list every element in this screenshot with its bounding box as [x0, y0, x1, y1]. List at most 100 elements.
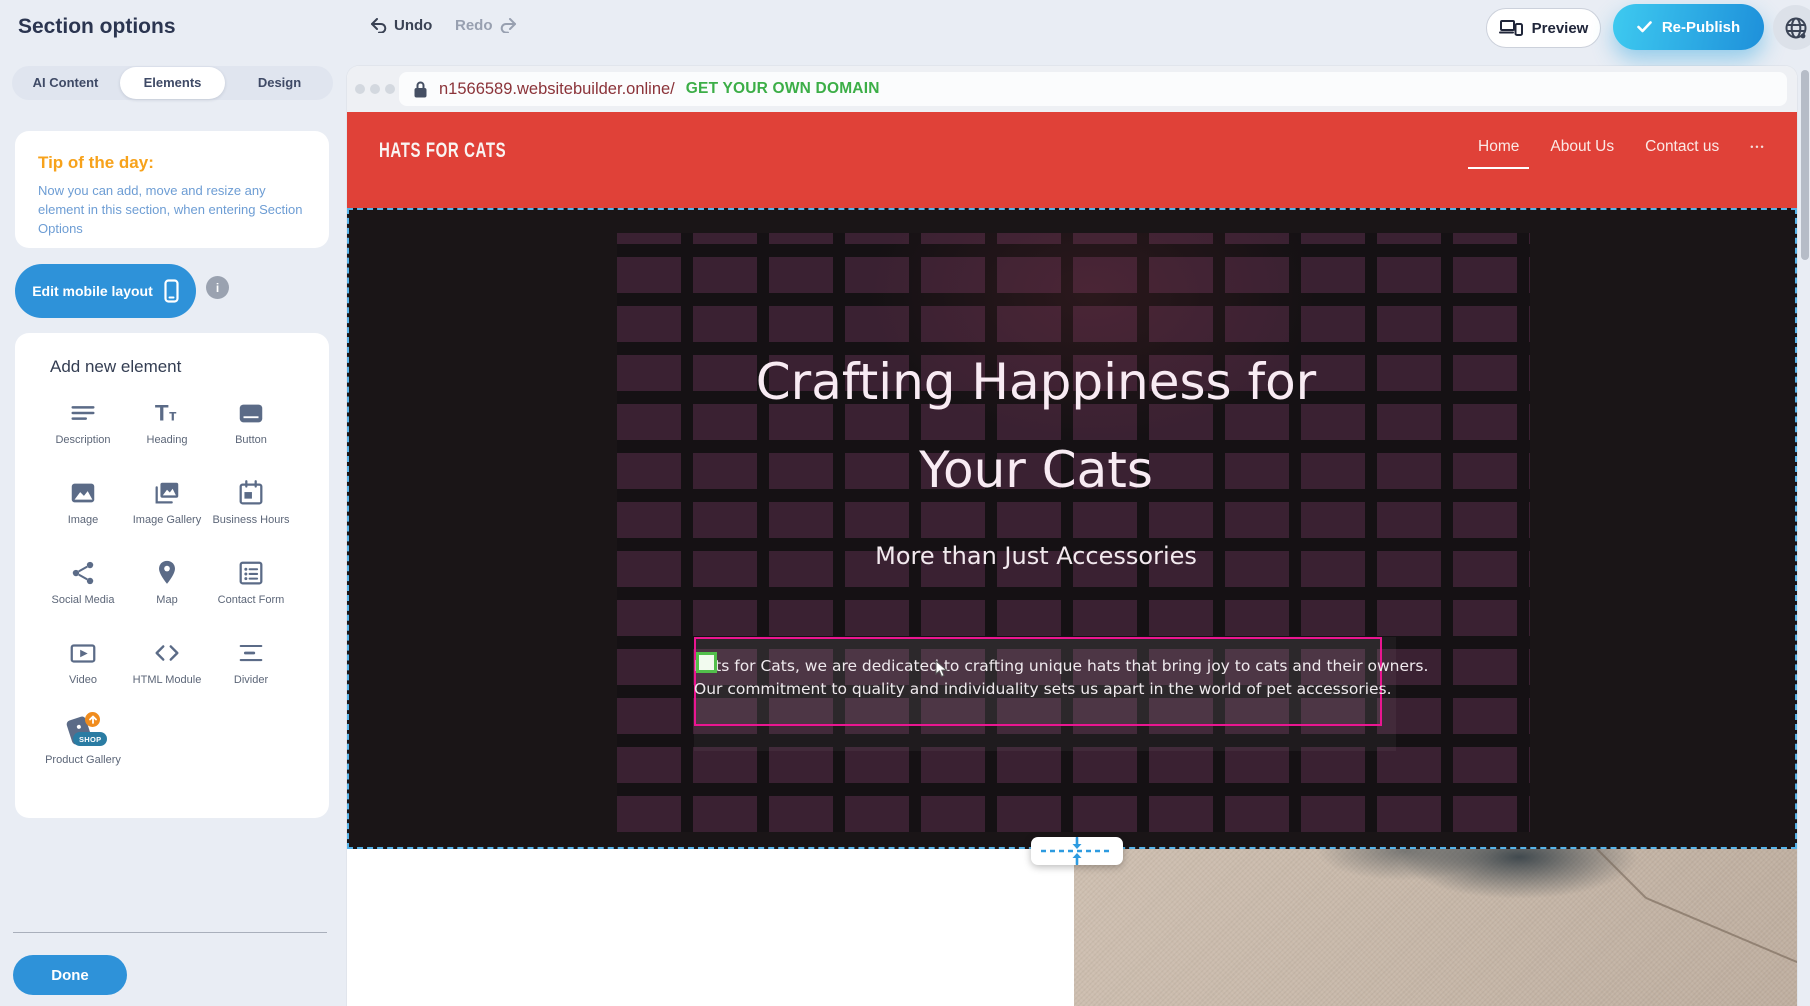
hero-description[interactable]: Hats for Cats, we are dedicated to craft… [694, 655, 1382, 700]
element-heading[interactable]: Tт Heading [125, 395, 209, 475]
site-nav: Home About Us Contact us ••• [1478, 138, 1766, 156]
sidebar-tabs: AI Content Elements Design [12, 66, 333, 100]
section-resize-handle[interactable] [1031, 837, 1123, 865]
redo-label: Redo [455, 17, 493, 34]
description-line1: Hats for Cats, we are dedicated to craft… [694, 655, 1382, 678]
hero-section[interactable]: Crafting Happiness for Your Cats More th… [347, 208, 1797, 849]
language-button[interactable] [1773, 5, 1810, 50]
nav-more-icon[interactable]: ••• [1750, 142, 1765, 152]
contact-form-icon [236, 555, 266, 591]
nav-home[interactable]: Home [1478, 138, 1519, 156]
redo-button[interactable]: Redo [455, 17, 517, 34]
element-contact-form[interactable]: Contact Form [209, 555, 293, 635]
image-gallery-icon [151, 475, 183, 511]
element-map[interactable]: Map [125, 555, 209, 635]
svg-text:T: T [155, 401, 169, 426]
social-media-icon [68, 555, 98, 591]
check-icon [1637, 21, 1652, 33]
business-hours-icon [236, 475, 266, 511]
element-label: HTML Module [133, 674, 202, 687]
element-label: Contact Form [218, 594, 285, 607]
site-header[interactable]: HATS FOR CATS Home About Us Contact us •… [347, 112, 1797, 208]
hero-heading-line2[interactable]: Your Cats [347, 438, 1725, 502]
browser-preview: n1566589.websitebuilder.online/ GET YOUR… [347, 66, 1797, 1006]
republish-label: Re-Publish [1662, 19, 1740, 36]
element-label: Description [55, 434, 110, 447]
app-window: Section options Undo Redo Preview Re-Pub… [0, 0, 1810, 1006]
element-image[interactable]: Image [41, 475, 125, 555]
element-image-gallery[interactable]: Image Gallery [125, 475, 209, 555]
nav-contact-us[interactable]: Contact us [1645, 138, 1719, 156]
info-icon[interactable]: i [206, 276, 229, 299]
canvas-scrollbar[interactable] [1801, 70, 1809, 260]
svg-text:т: т [169, 408, 177, 425]
video-icon [68, 635, 98, 671]
add-element-title: Add new element [50, 357, 181, 377]
done-button[interactable]: Done [13, 955, 127, 995]
preview-button[interactable]: Preview [1486, 8, 1601, 48]
element-label: Map [156, 594, 177, 607]
element-label: Heading [147, 434, 188, 447]
get-domain-link[interactable]: GET YOUR OWN DOMAIN [686, 80, 880, 98]
description-line2: Our commitment to quality and individual… [694, 678, 1382, 701]
element-label: Image Gallery [133, 514, 201, 527]
info-glyph: i [216, 281, 219, 295]
edit-mobile-layout-button[interactable]: Edit mobile layout [15, 264, 196, 318]
element-grid: Description Tт Heading Button Image [41, 395, 293, 795]
republish-button[interactable]: Re-Publish [1613, 4, 1764, 50]
lock-icon [413, 80, 428, 99]
element-social-media[interactable]: Social Media [41, 555, 125, 635]
image-icon [68, 475, 98, 511]
tip-of-the-day-card: Tip of the day: Now you can add, move an… [15, 131, 329, 248]
element-button[interactable]: Button [209, 395, 293, 475]
element-video[interactable]: Video [41, 635, 125, 715]
element-label: Business Hours [212, 514, 289, 527]
product-gallery-icon: SHOP [65, 715, 101, 751]
site-logo[interactable]: HATS FOR CATS [379, 139, 506, 163]
element-label: Image [68, 514, 99, 527]
preview-label: Preview [1532, 20, 1589, 37]
element-product-gallery[interactable]: SHOP Product Gallery [41, 715, 125, 795]
pavement-image [1074, 849, 1797, 1006]
description-icon [68, 395, 98, 431]
mouse-cursor [935, 660, 948, 678]
divider-icon [236, 635, 266, 671]
undo-icon [370, 18, 387, 33]
hero-heading-line1[interactable]: Crafting Happiness for [347, 350, 1725, 414]
button-icon [236, 395, 266, 431]
tab-ai-content[interactable]: AI Content [13, 67, 118, 99]
tab-design[interactable]: Design [227, 67, 332, 99]
edit-mobile-layout-label: Edit mobile layout [32, 283, 153, 299]
drag-handle[interactable] [696, 652, 717, 673]
element-divider[interactable]: Divider [209, 635, 293, 715]
element-business-hours[interactable]: Business Hours [209, 475, 293, 555]
globe-icon [1783, 15, 1809, 41]
phone-icon [164, 279, 179, 303]
sidebar-divider [13, 932, 327, 933]
element-html-module[interactable]: HTML Module [125, 635, 209, 715]
tip-title: Tip of the day: [38, 153, 154, 173]
window-controls [355, 84, 395, 94]
heading-icon: Tт [152, 395, 182, 431]
tab-elements[interactable]: Elements [120, 67, 225, 99]
element-label: Divider [234, 674, 268, 687]
element-label: Button [235, 434, 267, 447]
element-label: Video [69, 674, 97, 687]
tip-body: Now you can add, move and resize any ele… [38, 181, 310, 238]
upgrade-arrow-icon [85, 712, 100, 727]
pavement-seam [1646, 897, 1797, 971]
page-title: Section options [18, 15, 176, 39]
next-section[interactable] [347, 849, 1797, 1006]
redo-icon [500, 18, 517, 33]
element-label: Product Gallery [45, 754, 121, 767]
nav-about-us[interactable]: About Us [1550, 138, 1614, 156]
element-description[interactable]: Description [41, 395, 125, 475]
add-element-panel: Add new element Description Tт Heading B… [15, 333, 329, 818]
pavement-seam [1477, 849, 1647, 899]
address-bar[interactable]: n1566589.websitebuilder.online/ GET YOUR… [399, 72, 1787, 106]
browser-chrome: n1566589.websitebuilder.online/ GET YOUR… [347, 66, 1797, 112]
undo-button[interactable]: Undo [370, 17, 432, 34]
map-pin-icon [152, 555, 182, 591]
code-icon [152, 635, 182, 671]
hero-subheading[interactable]: More than Just Accessories [347, 542, 1725, 570]
